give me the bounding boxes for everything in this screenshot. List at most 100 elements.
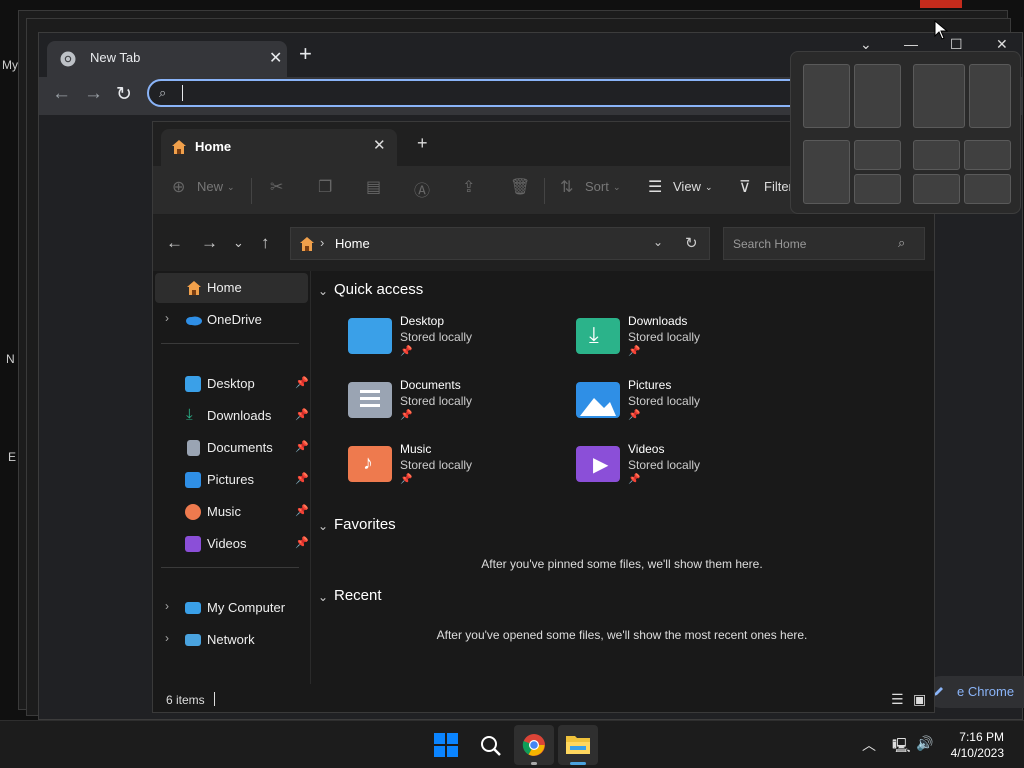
pin-icon: 📌 [295, 441, 309, 453]
snap-zone[interactable] [964, 174, 1011, 204]
nav-label-my-computer: My Computer [207, 600, 286, 615]
pin-icon: 📌 [400, 346, 413, 357]
pin-icon: 📌 [628, 474, 641, 485]
snap-zone[interactable] [913, 64, 965, 128]
volume-icon[interactable]: 🔊 [916, 735, 933, 752]
sort-chevron-icon: ⌄ [613, 182, 621, 192]
snap-zone[interactable] [854, 174, 901, 204]
quick-access-collapse-icon[interactable]: ⌄ [318, 284, 328, 298]
status-separator [214, 692, 215, 706]
nav-label-downloads: Downloads [207, 408, 272, 423]
nav-item-my-computer[interactable]: › My Computer [155, 593, 308, 623]
up-icon[interactable]: ↑ [261, 233, 270, 253]
doc-line [360, 397, 380, 400]
explorer-back-icon[interactable]: ← [166, 233, 183, 253]
quick-access-pictures[interactable]: Pictures Stored locally 📌 [576, 378, 796, 438]
details-view-icon[interactable]: ☰ [891, 691, 904, 708]
tiles-view-icon[interactable]: ▣ [913, 691, 926, 708]
snap-zone[interactable] [854, 140, 901, 170]
nav-divider [161, 343, 299, 344]
search-box[interactable]: Search Home ⌕ [723, 227, 925, 260]
new-plus-icon: ⊕ [172, 179, 186, 196]
explorer-tab-close-icon[interactable]: ✕ [373, 136, 386, 154]
favorites-collapse-icon[interactable]: ⌄ [318, 519, 328, 533]
doc-line [360, 404, 380, 407]
pin-icon: 📌 [400, 410, 413, 421]
chrome-tab-close-icon[interactable]: ✕ [269, 48, 282, 68]
qa-sub: Stored locally [400, 458, 473, 472]
taskbar-chrome[interactable] [514, 725, 554, 765]
clock[interactable]: 7:16 PM 4/10/2023 [951, 729, 1004, 761]
address-bar[interactable]: › Home ⌄ ↻ [290, 227, 710, 260]
sort-button[interactable]: Sort [585, 179, 609, 194]
taskbar-file-explorer[interactable] [558, 725, 598, 765]
chrome-tab-new-tab[interactable]: New Tab ✕ [47, 41, 287, 77]
snap-zone[interactable] [913, 140, 960, 170]
recent-locations-icon[interactable]: ⌄ [233, 235, 244, 251]
search-placeholder: Search Home [733, 237, 807, 251]
nav-item-videos[interactable]: Videos 📌 [155, 529, 309, 559]
chrome-icon [522, 734, 545, 756]
expand-chevron-icon[interactable]: › [165, 311, 169, 325]
nav-item-home[interactable]: Home [155, 273, 308, 303]
taskbar: ︿ 🖳 🔊 7:16 PM 4/10/2023 [0, 720, 1024, 768]
quick-access-downloads[interactable]: ⤓ Downloads Stored locally 📌 [576, 314, 796, 374]
nav-item-network[interactable]: › Network [155, 625, 308, 655]
search-button[interactable] [470, 725, 510, 765]
snap-zone[interactable] [964, 140, 1011, 170]
document-icon [187, 440, 200, 456]
cut-icon[interactable]: ✂ [270, 177, 283, 197]
quick-access-desktop[interactable]: Desktop Stored locally 📌 [348, 314, 568, 374]
view-button[interactable]: View [673, 179, 701, 194]
chrome-new-tab-button[interactable]: + [299, 41, 312, 67]
customize-chrome-button[interactable]: e Chrome [925, 676, 1024, 708]
share-icon[interactable]: ⇪ [462, 177, 475, 197]
refresh-icon[interactable]: ↻ [685, 234, 698, 252]
new-button[interactable]: New [197, 179, 223, 194]
nav-item-desktop[interactable]: Desktop 📌 [155, 369, 309, 399]
address-dropdown-icon[interactable]: ⌄ [653, 235, 663, 249]
explorer-forward-icon[interactable]: → [201, 233, 218, 253]
nav-item-onedrive[interactable]: › OneDrive [155, 305, 308, 335]
clock-time: 7:16 PM [959, 730, 1004, 744]
explorer-new-tab-button[interactable]: + [417, 133, 428, 154]
main-content: ⌄ Quick access Desktop Stored locally 📌 … [312, 271, 934, 684]
chrome-minimize-button[interactable]: — [904, 36, 918, 52]
chrome-forward-icon[interactable]: → [84, 83, 103, 105]
chrome-back-icon[interactable]: ← [52, 83, 71, 105]
delete-icon[interactable]: 🗑 [510, 177, 530, 197]
nav-item-pictures[interactable]: Pictures 📌 [155, 465, 309, 495]
paste-icon[interactable]: ▤ [366, 177, 381, 197]
quick-access-music[interactable]: ♪ Music Stored locally 📌 [348, 442, 568, 502]
videos-folder-icon: ▶ [576, 446, 620, 482]
desktop-label-e: E [8, 450, 17, 464]
videos-icon [185, 536, 201, 552]
expand-chevron-icon[interactable]: › [165, 631, 169, 645]
expand-chevron-icon[interactable]: › [165, 599, 169, 613]
qa-name: Downloads [628, 314, 688, 328]
network-tray-icon[interactable]: 🖳 [892, 735, 911, 759]
nav-item-documents[interactable]: Documents 📌 [155, 433, 309, 463]
snap-zone[interactable] [854, 64, 901, 128]
show-hidden-icons-chevron[interactable]: ︿ [862, 735, 876, 755]
snap-zone[interactable] [803, 140, 850, 204]
nav-item-music[interactable]: Music 📌 [155, 497, 309, 527]
nav-item-downloads[interactable]: ⤓ Downloads 📌 [155, 401, 309, 431]
recent-collapse-icon[interactable]: ⌄ [318, 590, 328, 604]
view-icon: ☰ [648, 179, 663, 196]
sort-icon: ⇅ [560, 179, 574, 196]
snap-zone[interactable] [969, 64, 1011, 128]
snap-zone[interactable] [913, 174, 960, 204]
snap-zone[interactable] [803, 64, 850, 128]
explorer-tab-home[interactable]: Home ✕ [161, 129, 397, 166]
quick-access-documents[interactable]: Documents Stored locally 📌 [348, 378, 568, 438]
start-button[interactable] [426, 725, 466, 765]
quick-access-videos[interactable]: ▶ Videos Stored locally 📌 [576, 442, 796, 502]
rename-icon[interactable]: Ⓐ [414, 177, 430, 201]
copy-icon[interactable]: ❐ [318, 177, 332, 197]
pictures-folder-icon [576, 382, 620, 418]
filter-button[interactable]: Filter [764, 179, 793, 194]
pin-icon: 📌 [295, 377, 309, 389]
nav-divider [161, 567, 299, 568]
chrome-reload-icon[interactable]: ↻ [116, 83, 132, 106]
